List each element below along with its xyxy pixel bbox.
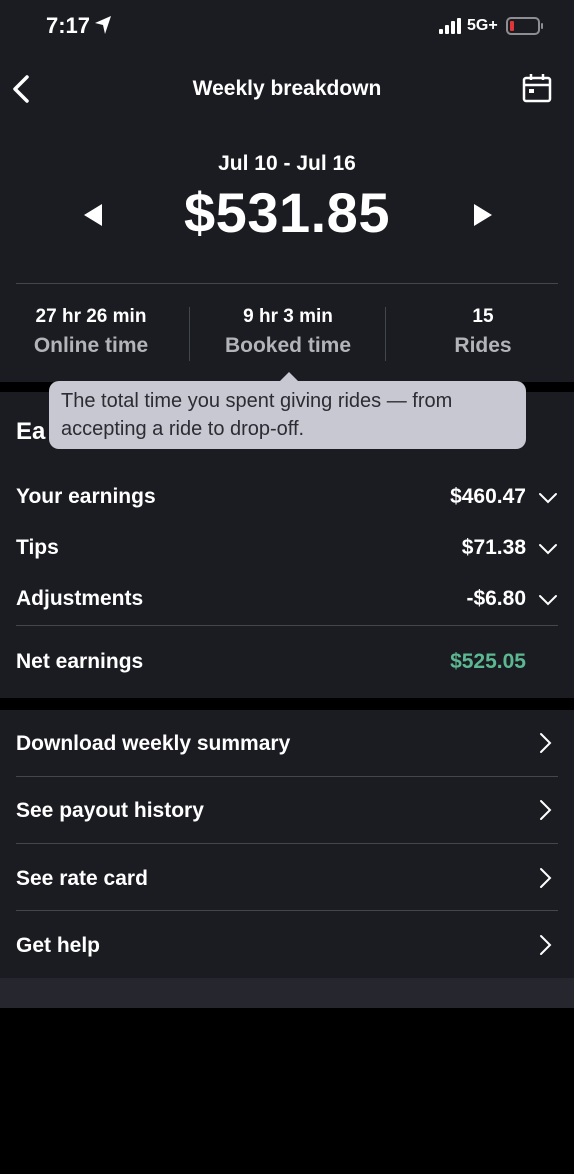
location-arrow-icon [95, 16, 111, 34]
booked-time-tooltip[interactable]: The total time you spent giving rides — … [49, 381, 526, 449]
stat-value: 27 hr 26 min [35, 306, 147, 327]
link-label: See rate card [16, 867, 148, 890]
divider [16, 283, 558, 284]
stat-label: Rides [454, 334, 512, 357]
calendar-icon[interactable] [522, 73, 552, 103]
battery-low-icon [506, 17, 543, 35]
divider [189, 307, 190, 361]
page-title: Weekly breakdown [192, 77, 382, 100]
stat-value: 9 hr 3 min [243, 306, 333, 327]
summary-section: 7:17 5G+ Weekly breakdown Jul 10 - Jul 1… [0, 0, 574, 382]
link-label: Get help [16, 934, 101, 957]
chevron-right-icon [540, 868, 552, 888]
signal-icon [439, 18, 461, 34]
status-bar: 7:17 5G+ [0, 0, 574, 54]
row-label: Tips [16, 536, 59, 559]
stat-value: 15 [472, 306, 494, 327]
chevron-down-icon [539, 544, 557, 555]
row-label: Your earnings [16, 485, 156, 508]
footer-band [0, 978, 574, 1008]
row-label: Adjustments [16, 587, 144, 610]
row-amount: $460.47 [450, 485, 526, 508]
chevron-down-icon [539, 493, 557, 504]
date-range: Jul 10 - Jul 16 [218, 152, 356, 175]
stat-label: Online time [33, 334, 149, 357]
divider [16, 843, 558, 844]
chevron-right-icon [540, 935, 552, 955]
divider [385, 307, 386, 361]
see-rate-card-link[interactable]: See rate card [16, 845, 558, 911]
divider [16, 625, 558, 626]
divider [16, 910, 558, 911]
earnings-row-tips[interactable]: Tips $71.38 [16, 528, 558, 568]
earnings-row-your-earnings[interactable]: Your earnings $460.47 [16, 477, 558, 517]
chevron-right-icon [540, 800, 552, 820]
chevron-down-icon [539, 595, 557, 606]
next-week-button[interactable] [470, 200, 496, 230]
row-amount: -$6.80 [466, 587, 526, 610]
earnings-row-adjustments[interactable]: Adjustments -$6.80 [16, 579, 558, 619]
net-earnings-amount: $525.05 [450, 650, 526, 673]
net-earnings-row: Net earnings $525.05 [16, 642, 558, 682]
chevron-right-icon [540, 733, 552, 753]
nav-bar: Weekly breakdown [0, 60, 574, 120]
earnings-title: Ea [16, 418, 46, 445]
see-payout-history-link[interactable]: See payout history [16, 777, 558, 843]
stat-booked-time[interactable]: 9 hr 3 min Booked time [198, 306, 378, 358]
net-earnings-label: Net earnings [16, 650, 144, 673]
stat-online-time[interactable]: 27 hr 26 min Online time [16, 306, 166, 358]
stat-label: Booked time [224, 334, 352, 357]
row-amount: $71.38 [461, 536, 526, 559]
link-label: See payout history [16, 799, 204, 822]
network-type: 5G+ [467, 17, 498, 34]
download-weekly-summary-link[interactable]: Download weekly summary [16, 710, 558, 776]
stat-rides[interactable]: 15 Rides [408, 306, 558, 358]
get-help-link[interactable]: Get help [16, 912, 558, 978]
link-label: Download weekly summary [16, 732, 291, 755]
status-time: 7:17 [46, 13, 91, 38]
